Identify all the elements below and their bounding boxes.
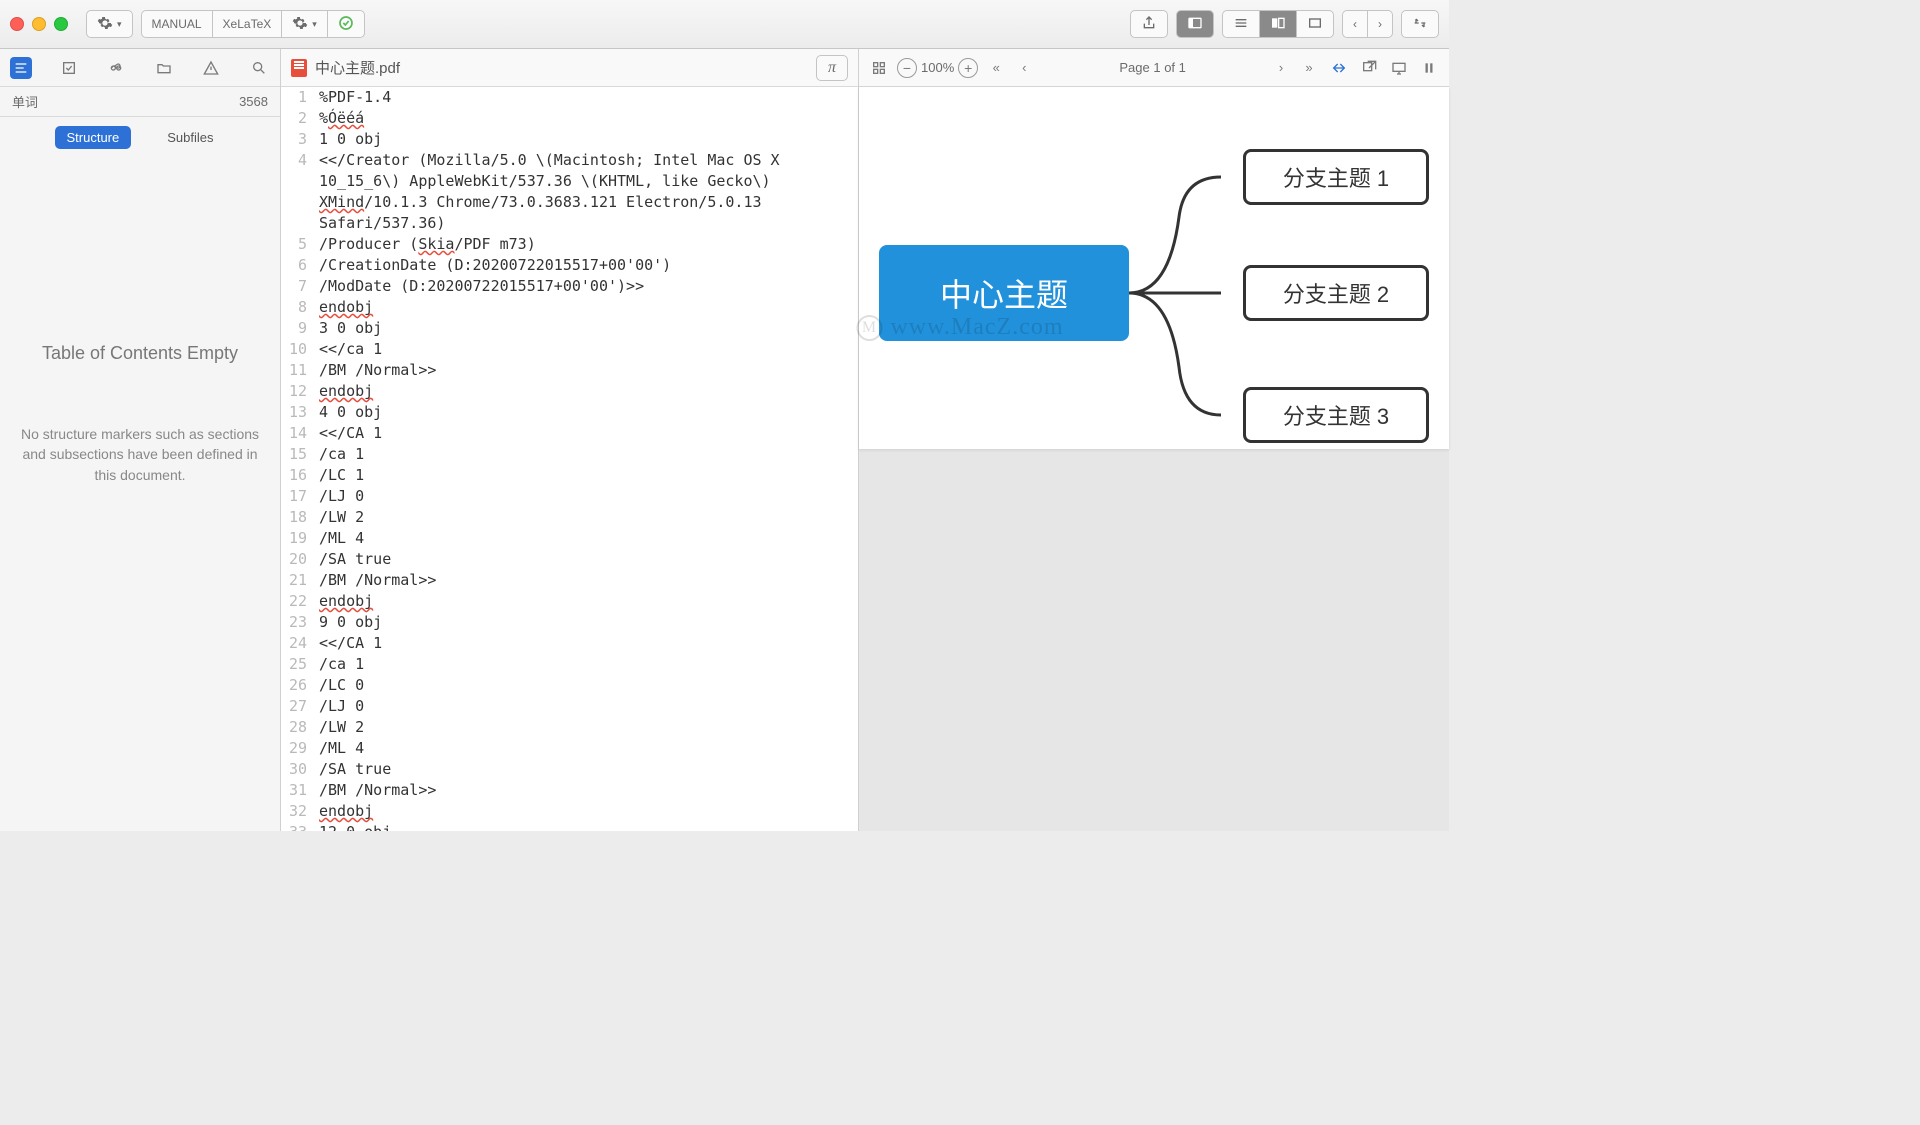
empty-body: No structure markers such as sections an… (16, 424, 264, 485)
zoom-icon[interactable] (54, 17, 68, 31)
sidebar-tabs: Structure Subfiles (0, 117, 280, 153)
settings-button[interactable]: ▾ (86, 10, 133, 38)
watermark-text: www.MacZ.com (890, 314, 1063, 341)
pause-icon[interactable] (1417, 56, 1441, 80)
page-indicator: Page 1 of 1 (1042, 60, 1263, 75)
zoom-level: 100% (921, 60, 954, 75)
editor-header: 中心主题.pdf π (281, 49, 858, 87)
engine-button[interactable]: XeLaTeX (212, 10, 282, 38)
preview-page[interactable]: 中心主题 分支主题 1 分支主题 2 分支主题 3 (859, 87, 1449, 449)
layout-preview-only[interactable] (1296, 10, 1334, 38)
search-icon[interactable] (248, 57, 270, 79)
mindmap-branch-node: 分支主题 1 (1243, 149, 1429, 205)
split-icon (1270, 15, 1286, 34)
gear-icon (97, 15, 113, 34)
preview-toolbar: − 100% + « ‹ Page 1 of 1 › » (859, 49, 1449, 87)
filename: 中心主题.pdf (315, 57, 808, 78)
chevron-down-icon: ▾ (117, 19, 122, 30)
prev-page-button[interactable]: ‹ (1012, 56, 1036, 80)
sidebar-toggle-button[interactable] (1176, 10, 1214, 38)
chevron-right-icon: › (1378, 17, 1382, 31)
sidebar: 单词 3568 Structure Subfiles Table of Cont… (0, 49, 281, 831)
empty-title: Table of Contents Empty (42, 343, 238, 364)
grid-icon[interactable] (867, 56, 891, 80)
empty-state: Table of Contents Empty No structure mar… (0, 153, 280, 831)
page-nav-back: « ‹ (984, 56, 1036, 80)
tab-structure[interactable]: Structure (55, 126, 132, 149)
compile-status-button[interactable] (327, 10, 365, 38)
sidebar-toolbar (0, 49, 280, 87)
minimize-icon[interactable] (32, 17, 46, 31)
gear-icon (292, 15, 308, 34)
panel-icon (1187, 15, 1203, 34)
chevron-left-icon: ‹ (1353, 17, 1357, 31)
engine-settings-button[interactable]: ▾ (281, 10, 327, 38)
word-count-row: 单词 3568 (0, 87, 280, 117)
sync-icon (1412, 15, 1428, 34)
preview-panel: − 100% + « ‹ Page 1 of 1 › » (859, 49, 1449, 831)
math-button[interactable]: π (816, 55, 848, 81)
layout-editor-only[interactable] (1222, 10, 1259, 38)
code-area[interactable]: 1%PDF-1.42%Óëéá31 0 obj4<</Creator (Mozi… (281, 87, 858, 831)
last-page-button[interactable]: » (1297, 56, 1321, 80)
first-page-button[interactable]: « (984, 56, 1008, 80)
word-count-value: 3568 (239, 94, 268, 109)
infinity-icon[interactable] (105, 57, 127, 79)
zoom-control: − 100% + (897, 58, 978, 78)
layout-split[interactable] (1259, 10, 1296, 38)
nav-back-button[interactable]: ‹ (1342, 10, 1367, 38)
mindmap-branch-node: 分支主题 3 (1243, 387, 1429, 443)
watermark-icon: M (856, 315, 882, 341)
sync-button[interactable] (1401, 10, 1439, 38)
watermark: M www.MacZ.com (856, 314, 1063, 341)
warning-icon[interactable] (200, 57, 222, 79)
zoom-in-button[interactable]: + (958, 58, 978, 78)
pdf-file-icon (291, 59, 307, 77)
compile-segment: MANUAL XeLaTeX ▾ (141, 10, 365, 38)
nav-segment: ‹ › (1342, 10, 1393, 38)
window-controls (10, 17, 68, 31)
manual-button[interactable]: MANUAL (141, 10, 212, 38)
folder-icon[interactable] (153, 57, 175, 79)
editor-panel: 中心主题.pdf π 1%PDF-1.42%Óëéá31 0 obj4<</Cr… (281, 49, 859, 831)
crop-icon[interactable] (1327, 56, 1351, 80)
checkbox-icon[interactable] (58, 57, 80, 79)
external-icon[interactable] (1357, 56, 1381, 80)
mindmap-branch-node: 分支主题 2 (1243, 265, 1429, 321)
tab-subfiles[interactable]: Subfiles (155, 126, 225, 149)
nav-forward-button[interactable]: › (1367, 10, 1393, 38)
outline-icon[interactable] (10, 57, 32, 79)
close-icon[interactable] (10, 17, 24, 31)
display-icon[interactable] (1387, 56, 1411, 80)
share-icon (1141, 15, 1157, 34)
word-count-label: 单词 (12, 92, 38, 111)
rect-icon (1307, 15, 1323, 34)
titlebar: ▾ MANUAL XeLaTeX ▾ ‹ › (0, 0, 1449, 49)
layout-segment (1222, 10, 1334, 38)
connector-lines (1129, 167, 1249, 427)
zoom-out-button[interactable]: − (897, 58, 917, 78)
next-page-button[interactable]: › (1269, 56, 1293, 80)
page-nav-fwd: › » (1269, 56, 1321, 80)
check-circle-icon (338, 15, 354, 34)
lines-icon (1233, 15, 1249, 34)
share-button[interactable] (1130, 10, 1168, 38)
